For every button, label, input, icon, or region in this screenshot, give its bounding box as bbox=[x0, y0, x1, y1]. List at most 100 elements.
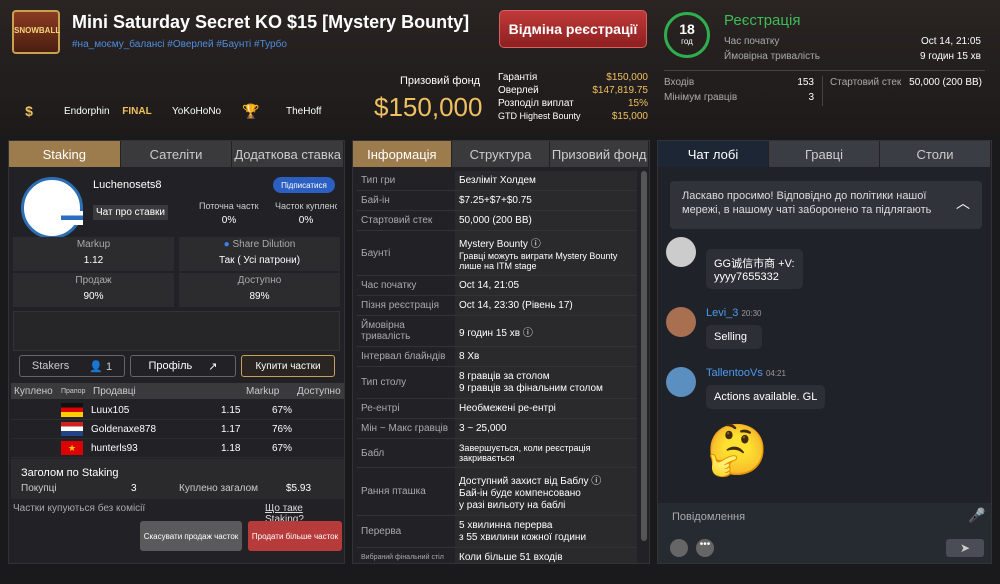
info-row: Бай-ін $7.25+$7+$0.75 bbox=[357, 191, 637, 211]
tab-tables[interactable]: Столи bbox=[880, 141, 991, 167]
table-row[interactable]: Goldenaxe878 1.17 76% bbox=[11, 420, 344, 439]
message-input[interactable]: Повідомлення bbox=[672, 511, 745, 523]
avatar bbox=[666, 367, 696, 397]
no-fee-note: Частки купуються без комісії bbox=[13, 503, 146, 514]
chat-message: TallentooVs 04:21 Actions available. GL bbox=[666, 367, 984, 409]
tab-satellites[interactable]: Сателіти bbox=[120, 141, 233, 167]
duration-row: Ймовірна тривалість 9 годин 15 хв bbox=[724, 51, 981, 62]
winner-name: YoKoHoNo bbox=[172, 105, 222, 117]
info-scrollbar[interactable] bbox=[641, 171, 647, 541]
tab-players[interactable]: Гравці bbox=[769, 141, 880, 167]
stakers-list-area bbox=[13, 311, 340, 351]
bought-total-value: $5.93 bbox=[286, 483, 312, 494]
tab-structure[interactable]: Структура bbox=[451, 141, 551, 167]
purchases-value: 3 bbox=[131, 483, 137, 494]
chat-message: GG诚信市商 +V: yyyy7655332 bbox=[666, 237, 984, 289]
prize-pool-label: Призовий фонд bbox=[400, 75, 481, 87]
avatar bbox=[666, 237, 696, 267]
sellers-table-header: Куплено Прапор Продавці Markup Доступно bbox=[11, 383, 344, 399]
send-icon[interactable]: ➤ bbox=[946, 539, 984, 557]
winner-name: TheHoff bbox=[286, 105, 322, 117]
dollar-icon: $ bbox=[25, 103, 33, 119]
table-row[interactable]: ★ hunterls93 1.18 67% bbox=[11, 439, 344, 458]
info-row: Тип столу 8 гравців за столом 9 гравців за… bbox=[357, 367, 637, 399]
winner-2: FINAL YoKoHoNo bbox=[120, 96, 221, 126]
info-row: Тип гри Безліміт Холдем bbox=[357, 171, 637, 191]
cancel-registration-button[interactable]: Відміна реєстрації bbox=[499, 10, 647, 48]
external-link-icon: ↗ bbox=[208, 360, 218, 373]
chat-messages: GG诚信市商 +V: yyyy7655332 Levi_3 20:30 Sellin… bbox=[666, 233, 984, 503]
payout-row: Розподіл виплат 15% bbox=[498, 98, 648, 109]
winner-3: 🏆 TheHoff bbox=[234, 96, 321, 126]
more-icon[interactable]: ••• bbox=[696, 539, 714, 557]
info-row: Мін ~ Макс гравців 3 ~ 25,000 bbox=[357, 419, 637, 439]
info-table: Тип гри Безліміт Холдем Бай-ін $7.25+$7+$0.… bbox=[353, 167, 649, 563]
starting-stack-row: Стартовий стек 50,000 (200 BB) bbox=[830, 77, 982, 88]
info-row: Вибраний фінальний стіл Коли більше 51 вх… bbox=[357, 548, 637, 563]
current-share-value: 0% bbox=[221, 215, 237, 226]
chevron-up-icon[interactable]: ︿ bbox=[956, 193, 970, 213]
sale-cell: Продаж 90% bbox=[13, 273, 174, 307]
avatar bbox=[21, 177, 83, 239]
info-row: Бабл Завершується, коли реєстрація закрив… bbox=[357, 439, 637, 468]
min-players-row: Мінімум гравців 3 bbox=[664, 92, 814, 103]
dilution-cell: ● Share Dilution Так ( Усі патрони) bbox=[179, 237, 340, 271]
sellers-table: Luux105 1.15 67% Goldenaxe878 1.17 76% ★ hunt… bbox=[11, 401, 344, 458]
info-row: Перерва 5 хвилинна перерва з 55 хвилини ко… bbox=[357, 516, 637, 548]
winner-1: $ Endorphin bbox=[12, 96, 110, 126]
gtd-bounty-row: GTD Highest Bounty $15,000 bbox=[498, 111, 648, 122]
tab-lobby-chat[interactable]: Чат лобі bbox=[658, 141, 769, 167]
stakers-button[interactable]: Stakers 👤 1 bbox=[19, 355, 125, 377]
info-row: Стартовий стек 50,000 (200 BB) bbox=[357, 211, 637, 231]
info-row: Баунті Mystery Bounty ⓘ Гравці можуть вигр… bbox=[357, 231, 637, 276]
winner-name: Endorphin bbox=[64, 105, 110, 117]
guarantee-row: Гарантія $150,000 bbox=[498, 72, 648, 83]
player-name: Luchenosets8 bbox=[93, 179, 162, 191]
avatar bbox=[666, 307, 696, 337]
subscribe-button[interactable]: Підписатися bbox=[273, 177, 335, 193]
final-badge-icon: FINAL bbox=[122, 105, 152, 117]
registration-status: Реєстрація bbox=[724, 12, 801, 29]
sell-more-button[interactable]: Продати більше часток bbox=[248, 521, 342, 551]
info-row: Ймовірна тривалість 9 годин 15 хв ⓘ bbox=[357, 316, 637, 347]
emoji-icon[interactable] bbox=[670, 539, 688, 557]
flag-icon bbox=[61, 211, 83, 225]
overlay-row: Оверлей $147,819.75 bbox=[498, 85, 648, 96]
tournament-title: Mini Saturday Secret KO $15 [Mystery Bou… bbox=[72, 12, 470, 32]
info-row: Ре-ентрі Необмежені ре-ентрі bbox=[357, 399, 637, 419]
bet-chat-button[interactable]: Чат про ставки bbox=[93, 205, 168, 220]
info-row: Пізня реєстрація Oct 14, 23:30 (Рівень 17… bbox=[357, 296, 637, 316]
tab-info[interactable]: Інформація bbox=[353, 141, 452, 167]
start-time-row: Час початку Oct 14, 21:05 bbox=[724, 36, 981, 47]
thinking-emoji-icon: 🤔 bbox=[706, 422, 769, 478]
buy-shares-button[interactable]: Купити частки bbox=[241, 355, 335, 377]
info-row: Інтервал блайндів 8 Хв bbox=[357, 347, 637, 367]
microphone-icon[interactable]: 🎤 bbox=[968, 507, 985, 524]
info-row: Час початку Oct 14, 21:05 bbox=[357, 276, 637, 296]
bought-total-label: Куплено загалом bbox=[179, 483, 259, 494]
entries-row: Входів 153 bbox=[664, 77, 814, 88]
germany-flag-icon bbox=[61, 403, 83, 417]
chat-notice: Ласкаво просимо! Відповідно до політики … bbox=[670, 181, 982, 229]
tab-prize-pool[interactable]: Призовий фонд bbox=[550, 141, 649, 167]
bought-share-label: Часток куплено bbox=[275, 201, 337, 211]
registration-clock: 18 год bbox=[664, 12, 710, 58]
staking-panel: Staking Сателіти Додаткова ставка Luchen… bbox=[8, 140, 345, 564]
tournament-tags: #на_моєму_балансі #Оверлей #Баунті #Турб… bbox=[72, 39, 287, 50]
bought-share-value: 0% bbox=[298, 215, 314, 226]
share-dilution-icon: ● bbox=[223, 239, 230, 250]
purchases-label: Покупці bbox=[21, 483, 57, 494]
tab-side-bet[interactable]: Додаткова ставка bbox=[232, 141, 345, 167]
tab-staking[interactable]: Staking bbox=[9, 141, 121, 167]
info-row: Рання пташка Доступний захист від Баблу ⓘ… bbox=[357, 468, 637, 516]
logo-text: SNOWBALL bbox=[14, 26, 61, 35]
profile-button[interactable]: Профіль ↗ bbox=[130, 355, 236, 377]
tournament-logo: SNOWBALL bbox=[12, 10, 60, 54]
current-share-label: Поточна частка bbox=[199, 201, 259, 211]
cancel-sale-button[interactable]: Скасувати продаж часток bbox=[140, 521, 242, 551]
available-cell: Доступно 89% bbox=[179, 273, 340, 307]
chat-panel: Чат лобі Гравці Столи Ласкаво просимо! В… bbox=[657, 140, 992, 564]
table-row[interactable]: Luux105 1.15 67% bbox=[11, 401, 344, 420]
prize-pool-value: $150,000 bbox=[374, 92, 483, 122]
netherlands-flag-icon bbox=[61, 422, 83, 436]
